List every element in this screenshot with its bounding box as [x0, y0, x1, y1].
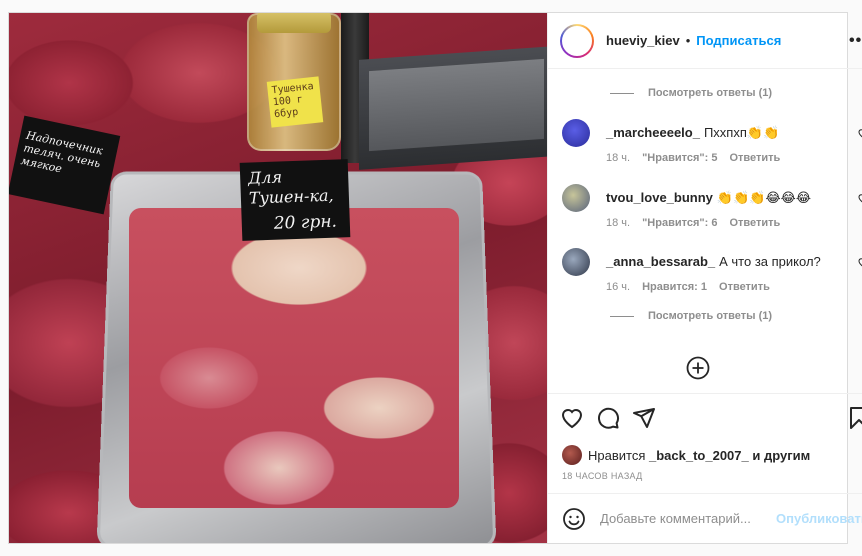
comment-body: 👏👏👏😂😂😂	[716, 190, 812, 205]
emoji-icon[interactable]	[562, 507, 586, 531]
action-bar	[548, 393, 862, 441]
comment-username[interactable]: _marcheeeelo_	[606, 125, 700, 140]
post-photo[interactable]: Тушенка 100 г 6бур Надпочечник теляч. оч…	[9, 13, 547, 543]
comment-username[interactable]: _anna_bessarab_	[606, 254, 715, 269]
comment-time: 18 ч.	[606, 152, 631, 164]
comment-item: tvou_love_bunny 👏👏👏😂😂😂 18 ч. "Нравится": …	[562, 184, 862, 236]
reply-button[interactable]: Ответить	[729, 152, 780, 164]
main-sign-price: 20 грн.	[273, 211, 338, 234]
reply-button[interactable]: Ответить	[729, 217, 780, 229]
author-username[interactable]: hueviy_kiev	[606, 33, 680, 48]
comments-list: Посмотреть ответы (1) _marcheeeelo_ Пххпх…	[548, 69, 862, 393]
bookmark-icon[interactable]	[847, 406, 862, 430]
meat-pieces	[129, 208, 459, 508]
comment-meta: 16 ч. Нравится: 1 Ответить	[606, 281, 770, 293]
heart-icon[interactable]	[857, 127, 862, 139]
likes-prefix: Нравится	[588, 447, 646, 463]
comment-body: Пххпхп👏👏	[703, 125, 780, 140]
comment-text: _marcheeeelo_ Пххпхп👏👏	[606, 125, 779, 141]
post-header: hueviy_kiev • Подписаться •••	[548, 13, 862, 69]
view-replies-button[interactable]: Посмотреть ответы (1)	[610, 87, 772, 99]
follow-button[interactable]: Подписаться	[696, 33, 781, 48]
jar-label: Тушенка 100 г 6бур	[266, 76, 324, 128]
comment-likes[interactable]: Нравится: 1	[642, 281, 707, 293]
comment-avatar[interactable]	[562, 184, 590, 212]
publish-button[interactable]: Опубликовать	[776, 511, 862, 526]
instagram-post: Тушенка 100 г 6бур Надпочечник теляч. оч…	[8, 12, 862, 544]
post-side-panel: hueviy_kiev • Подписаться ••• Посмотреть…	[547, 13, 862, 543]
comment-time: 18 ч.	[606, 217, 631, 229]
reply-button[interactable]: Ответить	[719, 281, 770, 293]
load-more-comments-icon[interactable]	[686, 356, 710, 380]
more-horizontal-icon[interactable]: •••	[849, 32, 862, 50]
liker-username[interactable]: _back_to_2007_	[649, 448, 749, 463]
comment-item: _marcheeeelo_ Пххпхп👏👏 18 ч. "Нравится": …	[562, 119, 862, 171]
liker-avatar[interactable]	[562, 445, 582, 465]
heart-icon[interactable]	[857, 192, 862, 204]
main-sign-text: Для Тушен-ка,	[247, 167, 334, 208]
separator-dot: •	[685, 33, 691, 48]
scale-platform	[359, 46, 547, 170]
heart-icon[interactable]	[560, 406, 584, 430]
comment-time: 16 ч.	[606, 281, 631, 293]
side-price-sign: Надпочечник теляч. очень мягкое	[9, 115, 121, 215]
view-replies-label: Посмотреть ответы (1)	[648, 87, 773, 99]
add-comment-bar: Опубликовать	[548, 493, 862, 543]
comment-text: _anna_bessarab_ А что за прикол?	[606, 254, 821, 270]
main-price-sign: Для Тушен-ка, 20 грн.	[239, 159, 351, 241]
replies-line	[610, 315, 634, 317]
replies-line	[610, 92, 634, 94]
comment-meta: 18 ч. "Нравится": 5 Ответить	[606, 152, 780, 164]
comment-text: tvou_love_bunny 👏👏👏😂😂😂	[606, 190, 811, 206]
author-avatar[interactable]	[560, 23, 594, 58]
comment-item: _anna_bessarab_ А что за прикол? 16 ч. Нр…	[562, 248, 862, 300]
comment-avatar[interactable]	[562, 248, 590, 276]
comment-icon[interactable]	[596, 406, 620, 430]
comment-username[interactable]: tvou_love_bunny	[606, 190, 713, 205]
likes-summary: Нравится _back_to_2007_ и другим	[548, 441, 862, 469]
view-replies-button[interactable]: Посмотреть ответы (1)	[610, 310, 772, 322]
likes-others[interactable]: и другим	[752, 448, 810, 463]
comment-likes[interactable]: "Нравится": 6	[642, 217, 717, 229]
comment-likes[interactable]: "Нравится": 5	[642, 152, 717, 164]
comment-input[interactable]	[600, 511, 776, 526]
comment-meta: 18 ч. "Нравится": 6 Ответить	[606, 217, 780, 229]
comment-avatar[interactable]	[562, 119, 590, 147]
post-timestamp[interactable]: 18 ЧАСОВ НАЗАД	[548, 469, 862, 493]
heart-icon[interactable]	[857, 256, 862, 268]
send-icon[interactable]	[632, 406, 656, 430]
view-replies-label: Посмотреть ответы (1)	[648, 310, 773, 322]
comment-body: А что за прикол?	[719, 254, 821, 269]
